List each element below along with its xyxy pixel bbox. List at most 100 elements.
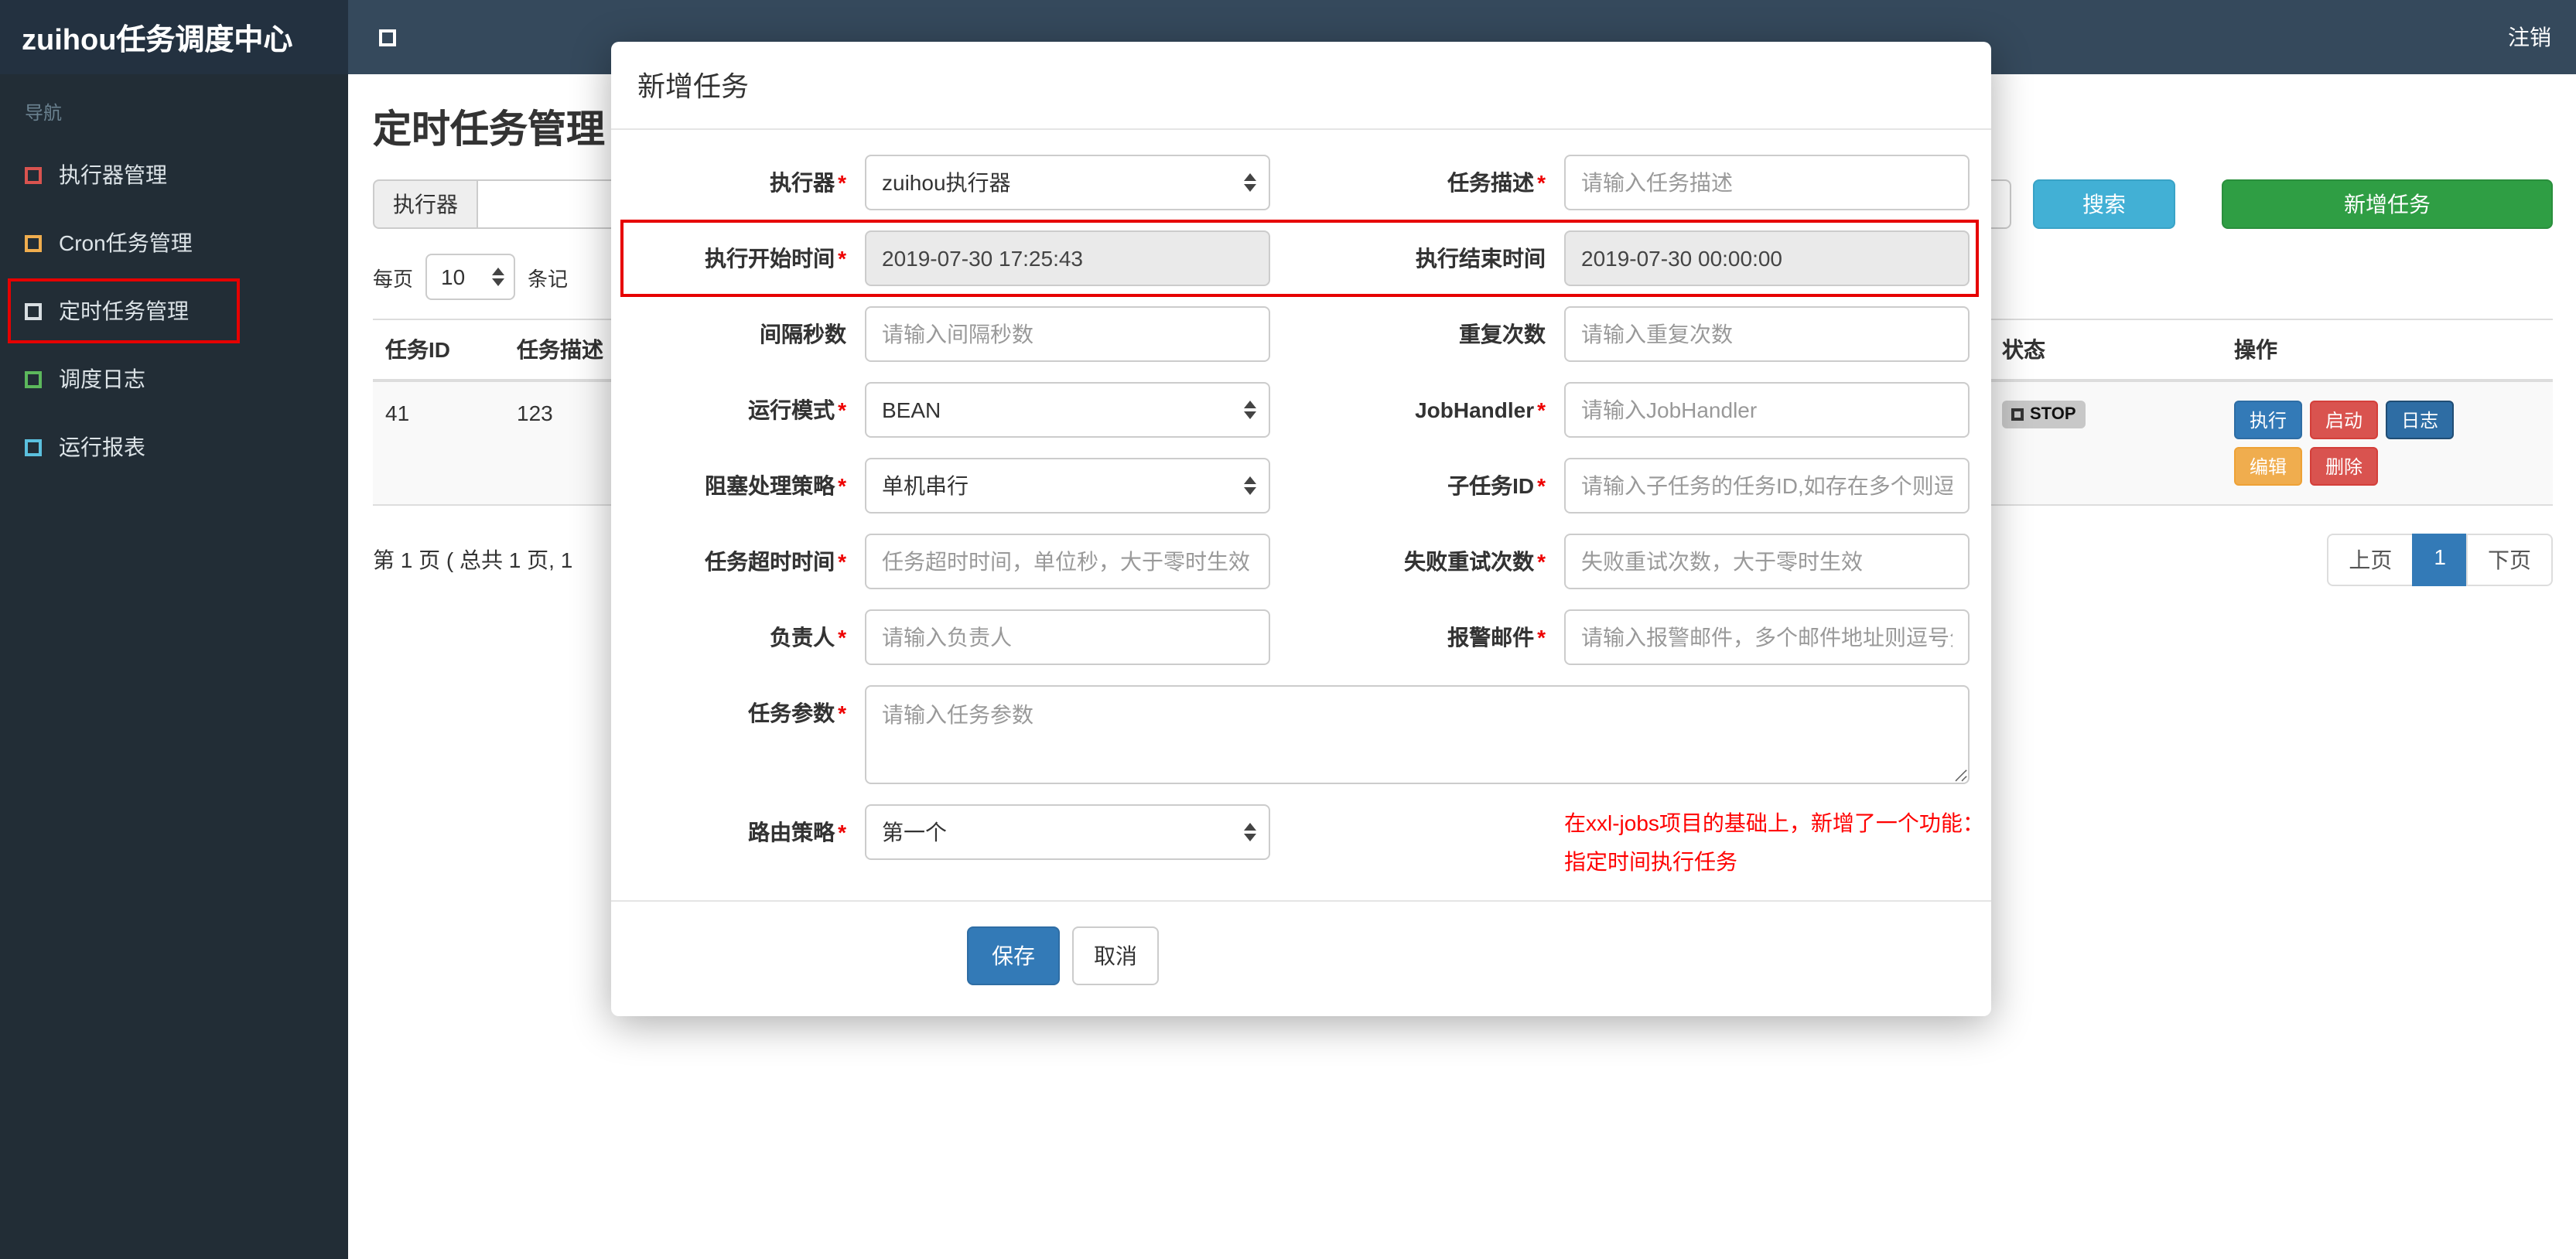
form-row: 任务参数 * xyxy=(633,685,1970,784)
timeout-input[interactable] xyxy=(865,534,1270,589)
required-marker: * xyxy=(1537,170,1546,195)
sidebar-item-scheduled-task-management[interactable]: 定时任务管理 xyxy=(0,277,348,345)
required-marker: * xyxy=(838,701,846,725)
start-time-input[interactable] xyxy=(865,230,1270,286)
menu-toggle-icon xyxy=(379,29,396,46)
add-task-modal: 新增任务 执行器* zuihou执行器 任务描述* 执行开始时间* 执行结束时间 xyxy=(611,42,1991,1016)
required-marker: * xyxy=(1537,625,1546,650)
required-marker: * xyxy=(838,246,846,271)
form-row: 路由策略 * 第一个 在xxl-jobs项目的基础上，新增了一个功能： 指定时间执… xyxy=(633,804,1984,880)
executor-label: 执行器 * xyxy=(770,170,846,195)
child-job-input[interactable] xyxy=(1564,458,1970,513)
pagination-summary: 第 1 页 ( 总共 1 页, 1 xyxy=(373,548,573,572)
sidebar: 导航 执行器管理 Cron任务管理 定时任务管理 调度日志 运行报表 xyxy=(0,74,348,1259)
next-page-button[interactable]: 下页 xyxy=(2466,534,2553,586)
select-arrows-icon xyxy=(492,268,505,286)
delete-button[interactable]: 删除 xyxy=(2310,447,2379,486)
route-strategy-select[interactable]: 第一个 xyxy=(865,804,1270,860)
timeout-label: 任务超时时间 * xyxy=(705,549,846,574)
page-1-button[interactable]: 1 xyxy=(2412,534,2468,586)
job-handler-input[interactable] xyxy=(1564,382,1970,438)
required-marker: * xyxy=(838,820,846,844)
edit-button[interactable]: 编辑 xyxy=(2234,447,2303,486)
route-strategy-label: 路由策略 * xyxy=(748,820,846,844)
brand-logo: zuihou任务调度中心 xyxy=(0,0,348,74)
task-desc-input[interactable] xyxy=(1564,155,1970,210)
orange-square-icon xyxy=(25,234,42,251)
select-arrows-icon xyxy=(1244,823,1256,841)
job-handler-label: JobHandler * xyxy=(1415,397,1546,422)
end-time-label: 执行结束时间 xyxy=(1416,246,1546,271)
executor-select[interactable]: zuihou执行器 xyxy=(865,155,1270,210)
form-row: 间隔秒数 重复次数 xyxy=(633,306,1970,362)
required-marker: * xyxy=(838,473,846,498)
params-label: 任务参数 * xyxy=(748,701,846,725)
sidebar-item-cron-task-management[interactable]: Cron任务管理 xyxy=(0,209,348,277)
cell-task-id: 41 xyxy=(385,401,410,425)
search-button[interactable]: 搜索 xyxy=(2033,179,2175,229)
required-marker: * xyxy=(1537,397,1546,422)
repeat-label: 重复次数 xyxy=(1459,322,1546,346)
app-window: zuihou任务调度中心 注销 导航 执行器管理 Cron任务管理 定时任务管理 xyxy=(0,0,2576,1259)
select-arrows-icon xyxy=(1244,476,1256,495)
run-mode-label: 运行模式 * xyxy=(748,397,846,422)
col-header-status: 状态 xyxy=(2002,337,2045,362)
owner-label: 负责人 * xyxy=(770,625,846,650)
per-page-select[interactable]: 10 xyxy=(425,254,516,300)
sidebar-toggle-button[interactable] xyxy=(379,29,396,46)
cancel-button[interactable]: 取消 xyxy=(1072,926,1159,985)
block-strategy-label: 阻塞处理策略 * xyxy=(705,473,846,498)
end-time-input[interactable] xyxy=(1564,230,1970,286)
repeat-input[interactable] xyxy=(1564,306,1970,362)
form-row: 运行模式 * BEAN JobHandler * xyxy=(633,382,1970,438)
executor-filter-label: 执行器 xyxy=(373,179,477,229)
alarm-email-label: 报警邮件 * xyxy=(1447,625,1546,650)
prev-page-button[interactable]: 上页 xyxy=(2327,534,2414,586)
sidebar-item-label: 执行器管理 xyxy=(59,162,167,187)
child-job-label: 子任务ID * xyxy=(1447,473,1546,498)
block-strategy-select[interactable]: 单机串行 xyxy=(865,458,1270,513)
task-desc-label: 任务描述 * xyxy=(1447,170,1546,195)
retry-input[interactable] xyxy=(1564,534,1970,589)
run-button[interactable]: 执行 xyxy=(2234,401,2303,439)
select-arrows-icon xyxy=(1244,401,1256,419)
status-badge: STOP xyxy=(2002,401,2086,428)
feature-note-line1: 在xxl-jobs项目的基础上，新增了一个功能： xyxy=(1564,810,1984,835)
select-arrows-icon xyxy=(1244,173,1256,192)
logout-link[interactable]: 注销 xyxy=(2508,22,2551,53)
sidebar-section-label: 导航 xyxy=(25,102,63,124)
log-button[interactable]: 日志 xyxy=(2386,401,2455,439)
required-marker: * xyxy=(838,397,846,422)
form-row: 负责人* 报警邮件* xyxy=(633,609,1970,665)
sidebar-item-label: 定时任务管理 xyxy=(59,299,189,323)
pagination: 上页 1 下页 xyxy=(2327,534,2553,586)
interval-input[interactable] xyxy=(865,306,1270,362)
modal-footer: 保存 取消 xyxy=(611,900,1991,1016)
green-square-icon xyxy=(25,370,42,387)
start-button[interactable]: 启动 xyxy=(2310,401,2379,439)
feature-note: 在xxl-jobs项目的基础上，新增了一个功能： 指定时间执行任务 xyxy=(1564,804,1984,880)
feature-note-line2: 指定时间执行任务 xyxy=(1564,848,1737,873)
save-button[interactable]: 保存 xyxy=(967,926,1060,985)
add-task-button[interactable]: 新增任务 xyxy=(2222,179,2553,229)
params-textarea[interactable] xyxy=(865,685,1970,784)
required-marker: * xyxy=(838,170,846,195)
per-page-value: 10 xyxy=(441,264,466,289)
sidebar-item-running-report[interactable]: 运行报表 xyxy=(0,413,348,481)
gray-square-icon xyxy=(25,302,42,319)
cell-status: STOP xyxy=(1990,382,2222,504)
run-mode-select[interactable]: BEAN xyxy=(865,382,1270,438)
sidebar-item-dispatch-log[interactable]: 调度日志 xyxy=(0,345,348,413)
per-page-prefix: 每页 xyxy=(373,267,414,290)
sidebar-item-executor-management[interactable]: 执行器管理 xyxy=(0,141,348,209)
form-row: 任务超时时间* 失败重试次数* xyxy=(633,534,1970,589)
required-marker: * xyxy=(838,549,846,574)
retry-label: 失败重试次数 * xyxy=(1404,549,1546,574)
col-header-task-id: 任务ID xyxy=(385,337,450,362)
per-page-suffix: 条记 xyxy=(528,267,569,290)
owner-input[interactable] xyxy=(865,609,1270,665)
red-square-icon xyxy=(25,166,42,183)
stop-square-icon xyxy=(2011,408,2024,421)
alarm-email-input[interactable] xyxy=(1564,609,1970,665)
required-marker: * xyxy=(838,625,846,650)
